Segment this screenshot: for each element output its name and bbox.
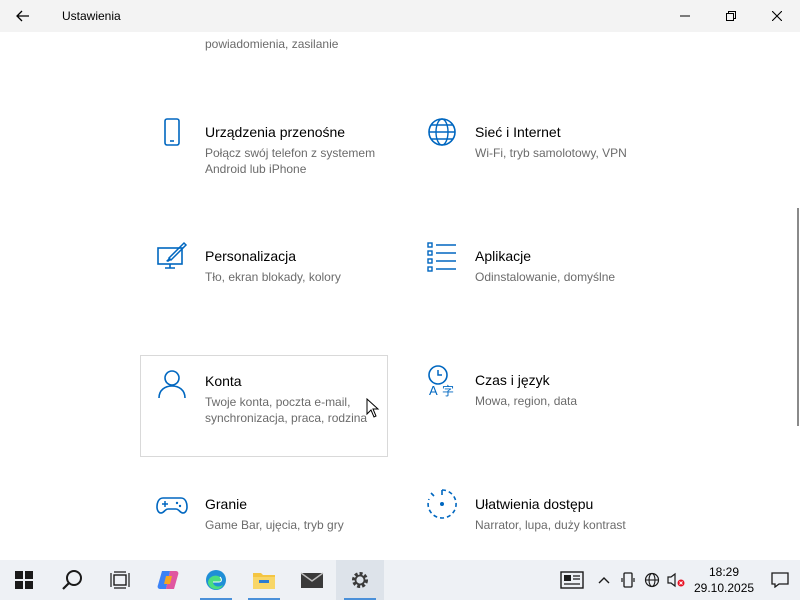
system-tray: 18:29 29.10.2025 (552, 560, 800, 600)
scrollbar[interactable] (797, 208, 799, 426)
tile-apps[interactable]: Aplikacje Odinstalowanie, domyślne (410, 224, 658, 326)
tile-name: Ułatwienia dostępu (475, 496, 594, 512)
volume-muted-icon (667, 572, 685, 588)
folder-icon (253, 573, 275, 589)
tile-name: Personalizacja (205, 248, 297, 264)
svg-text:A: A (429, 383, 438, 397)
taskbar-copilot[interactable] (144, 560, 192, 600)
notification-icon (771, 572, 789, 588)
clock-time: 18:29 (708, 565, 740, 579)
title-bar: Ustawienia (0, 0, 800, 32)
tile-desc: Narrator, lupa, duży kontrast (475, 518, 626, 532)
taskbar-mail[interactable] (288, 560, 336, 600)
tile-name: Aplikacje (475, 248, 532, 264)
accessibility-icon (427, 489, 457, 519)
tile-desc: Twoje konta, poczta e-mail, synchronizac… (205, 395, 368, 425)
tile-phone[interactable]: Urządzenia przenośne Połącz swój telefon… (140, 100, 388, 202)
apps-icon (427, 242, 456, 272)
tile-time-language[interactable]: A 字 Czas i język Mowa, region, data (410, 348, 658, 450)
globe-icon (428, 118, 456, 146)
taskbar: 18:29 29.10.2025 (0, 560, 800, 600)
tile-desc: Odinstalowanie, domyślne (475, 270, 616, 284)
tile-desc: Wi-Fi, tryb samolotowy, VPN (475, 146, 627, 160)
tile-desc: Tło, ekran blokady, kolory (205, 270, 341, 284)
partial-text-top-right: · · · · · · · · · · · · · · · (475, 32, 582, 36)
copilot-icon (157, 571, 179, 589)
tile-accounts[interactable]: Konta Twoje konta, poczta e-mail, synchr… (140, 355, 388, 457)
settings-content: · · · · · · · · · · · · · · · · · · · · … (0, 32, 796, 560)
tile-desc: Mowa, region, data (475, 394, 578, 408)
taskbar-edge[interactable] (192, 560, 240, 600)
windows-logo-icon (15, 571, 33, 589)
mail-icon (300, 572, 324, 588)
tile-desc: Game Bar, ujęcia, tryb gry (205, 518, 344, 532)
gear-icon (352, 572, 368, 588)
task-view-icon (110, 571, 130, 589)
taskbar-settings[interactable] (336, 560, 384, 600)
edge-icon (206, 570, 226, 590)
tile-name: Granie (205, 496, 248, 512)
phone-icon (164, 118, 180, 146)
tray-volume-button[interactable] (664, 560, 688, 600)
notification-center-button[interactable] (760, 560, 800, 600)
clock-date: 29.10.2025 (694, 581, 755, 595)
start-button[interactable] (0, 560, 48, 600)
tile-accessibility[interactable]: Ułatwienia dostępu Narrator, lupa, duży … (410, 472, 658, 560)
tray-device-button[interactable] (616, 560, 640, 600)
time-language-icon: A 字 (428, 365, 454, 397)
tile-desc: Połącz swój telefon z systemem Android l… (205, 146, 376, 176)
tile-name: Konta (205, 373, 242, 389)
taskbar-file-explorer[interactable] (240, 560, 288, 600)
minimize-button[interactable] (662, 0, 708, 32)
back-button[interactable] (0, 0, 46, 32)
tray-network-button[interactable] (640, 560, 664, 600)
news-icon (560, 571, 584, 589)
personalization-icon (157, 241, 188, 269)
minimize-icon (680, 15, 690, 17)
svg-text:字: 字 (442, 383, 454, 397)
partial-text-top-left: · · · · · · · · · · · · (205, 32, 290, 36)
tile-name: Sieć i Internet (475, 124, 561, 140)
window-title: Ustawienia (62, 9, 121, 23)
tile-personalization[interactable]: Personalizacja Tło, ekran blokady, kolor… (140, 224, 388, 326)
device-icon (621, 572, 635, 588)
gamepad-icon (156, 497, 188, 514)
tile-name: Urządzenia przenośne (205, 124, 346, 140)
tile-network[interactable]: Sieć i Internet Wi-Fi, tryb samolotowy, … (410, 100, 658, 202)
close-icon (772, 11, 782, 21)
tile-gaming[interactable]: Granie Game Bar, ujęcia, tryb gry (140, 472, 388, 560)
task-view-button[interactable] (96, 560, 144, 600)
search-icon (62, 570, 82, 590)
clock[interactable]: 18:29 29.10.2025 (694, 564, 754, 596)
back-arrow-icon (16, 10, 29, 22)
chevron-up-icon (598, 577, 610, 584)
news-widget-button[interactable] (552, 560, 592, 600)
restore-button[interactable] (708, 0, 754, 32)
partial-tile-desc: powiadomienia, zasilanie (205, 37, 339, 51)
tile-name: Czas i język (475, 372, 550, 388)
mouse-cursor-icon (366, 398, 380, 418)
network-globe-icon (644, 572, 660, 588)
close-button[interactable] (754, 0, 800, 32)
search-button[interactable] (48, 560, 96, 600)
show-hidden-icons-button[interactable] (592, 560, 616, 600)
restore-icon (726, 11, 736, 21)
person-icon (158, 370, 186, 399)
